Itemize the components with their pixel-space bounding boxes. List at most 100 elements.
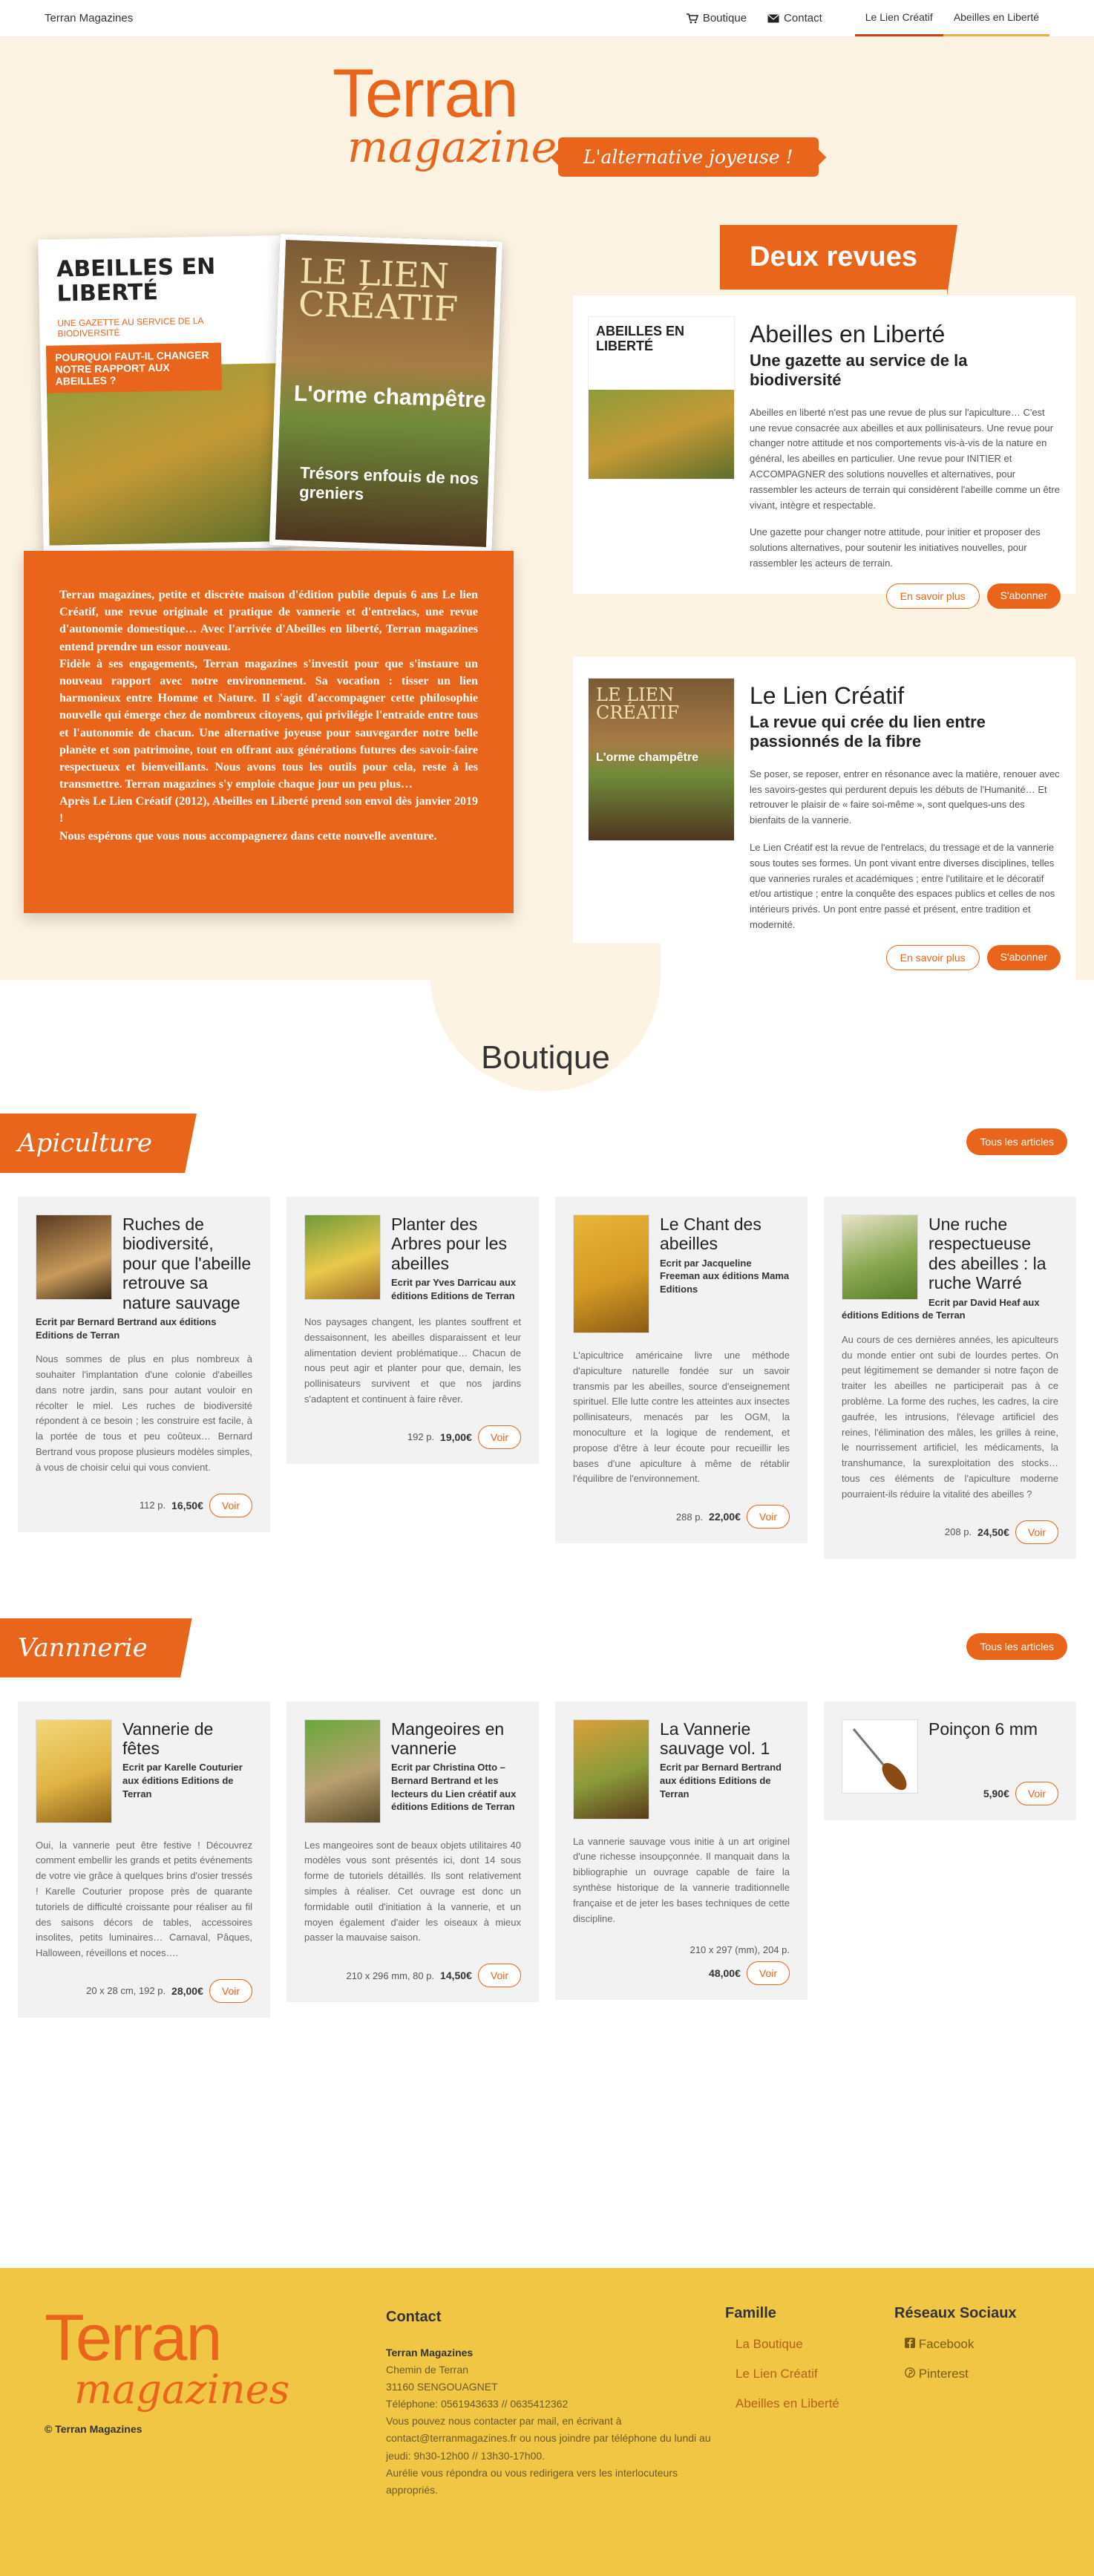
en-savoir-plus-button[interactable]: En savoir plus (885, 583, 980, 609)
revue-buttons: En savoir plus S'abonner (750, 944, 1061, 970)
footer-link-pinterest[interactable]: Pinterest (905, 2367, 1017, 2382)
product-footer: 208 p. 24,50€ Voir (842, 1520, 1058, 1544)
product-header: Planter des Arbres pour les abeilles Ecr… (304, 1215, 521, 1304)
site-footer: Terran magazines © Terran Magazines Cont… (0, 2268, 1094, 2576)
product-meta: 288 p. (675, 1511, 704, 1523)
view-product-button[interactable]: Voir (209, 1493, 252, 1517)
revue-title[interactable]: Le Lien Créatif (750, 682, 1061, 710)
product-card: Mangeoires en vannerie Ecrit par Christi… (286, 1701, 539, 2003)
product-grid-vannerie: Vannerie de fêtes Ecrit par Karelle Cout… (0, 1701, 1094, 2018)
magazine-covers: ABEILLES EN LIBERTÉ UNE GAZETTE AU SERVI… (38, 233, 508, 554)
product-image[interactable] (36, 1215, 112, 1300)
footer-link-lien-creatif[interactable]: Le Lien Créatif (736, 2367, 839, 2382)
cover-lien-creatif: LE LIEN CRÉATIF L'orme champêtre Trésors… (269, 233, 503, 554)
nav-boutique-label: Boutique (702, 12, 747, 24)
product-image[interactable] (304, 1719, 381, 1823)
revue-card-abeilles: ABEILLES EN LIBERTÉ Abeilles en Liberté … (573, 295, 1075, 609)
hero-logo[interactable]: Terran magazines (333, 56, 579, 215)
revue-body: Abeilles en Liberté Une gazette au servi… (750, 316, 1061, 609)
thumb-lien-headline: L'orme champêtre (596, 751, 699, 764)
footer-link-facebook[interactable]: Facebook (905, 2337, 1017, 2352)
category-label[interactable]: Vannnerie (0, 1618, 192, 1678)
boutique-title: Boutique (481, 1039, 610, 1076)
nav-contact[interactable]: Contact (767, 12, 822, 24)
revue-description: Une gazette pour changer notre attitude,… (750, 526, 1041, 569)
tagline-banner: L'alternative joyeuse ! (558, 137, 819, 177)
revue-thumbnail-lien[interactable]: LE LIEN CRÉATIF L'orme champêtre (588, 678, 735, 841)
footer-social-title: Réseaux Sociaux (894, 2305, 1017, 2321)
intro-paragraph: Fidèle à ses engagements, Terran magazin… (59, 657, 478, 791)
product-footer: 112 p. 16,50€ Voir (36, 1493, 252, 1517)
product-author: Ecrit par Bernard Bertrand aux éditions … (36, 1316, 217, 1341)
subscribe-button[interactable]: S'abonner (986, 583, 1061, 609)
view-product-button[interactable]: Voir (1015, 1520, 1058, 1544)
thumb-lien-title: LE LIEN CRÉATIF (596, 684, 680, 723)
magazine-tabs: Le Lien Créatif Abeilles en Liberté (854, 0, 1049, 36)
product-image[interactable] (573, 1215, 649, 1333)
product-footer: 288 p. 22,00€ Voir (573, 1505, 790, 1529)
contact-line: Chemin de Terran (386, 2364, 469, 2376)
cart-icon (686, 13, 698, 23)
all-articles-button[interactable]: Tous les articles (966, 1128, 1067, 1155)
product-description: La vannerie sauvage vous initie à un art… (573, 1835, 790, 1924)
intro-text-box: Terran magazines, petite et discrète mai… (24, 551, 514, 913)
footer-link-boutique[interactable]: La Boutique (736, 2337, 839, 2352)
contact-line: Aurélie vous répondra ou vous redirigera… (386, 2466, 678, 2496)
product-image[interactable] (573, 1719, 649, 1820)
product-image[interactable] (842, 1719, 918, 1794)
product-meta: 112 p. (139, 1500, 166, 1511)
footer-link-abeilles[interactable]: Abeilles en Liberté (736, 2396, 839, 2411)
view-product-button[interactable]: Voir (477, 1964, 521, 1988)
cover-lien-title: LE LIEN CRÉATIF (298, 250, 459, 329)
footer-contact-title: Contact (386, 2309, 442, 2325)
logo-word-terran: Terran (333, 56, 519, 131)
revue-thumbnail-abeilles[interactable]: ABEILLES EN LIBERTÉ (588, 316, 735, 480)
product-card: Planter des Arbres pour les abeilles Ecr… (286, 1197, 539, 1464)
product-image[interactable] (304, 1215, 381, 1300)
revue-title[interactable]: Abeilles en Liberté (750, 321, 1061, 348)
tab-abeilles-en-liberte[interactable]: Abeilles en Liberté (943, 0, 1049, 36)
top-bar: Terran Magazines Boutique Contact Le Lie… (0, 0, 1094, 37)
tab-lien-creatif[interactable]: Le Lien Créatif (854, 0, 943, 36)
product-header: Vannerie de fêtes Ecrit par Karelle Cout… (36, 1719, 252, 1828)
product-price: 14,50€ (440, 1969, 472, 1982)
all-articles-button[interactable]: Tous les articles (966, 1632, 1067, 1660)
envelope-icon (767, 14, 779, 22)
intro-paragraph: Nous espérons que vous nous accompagnere… (59, 829, 437, 843)
revue-subtitle: Une gazette au service de la biodiversit… (750, 351, 968, 390)
product-description: Nos paysages changent, les plantes souff… (304, 1316, 521, 1405)
product-header: La Vannerie sauvage vol. 1 Ecrit par Ber… (573, 1719, 790, 1824)
view-product-button[interactable]: Voir (1015, 1782, 1058, 1806)
en-savoir-plus-button[interactable]: En savoir plus (885, 944, 980, 970)
product-meta: 20 x 28 cm, 192 p. (86, 1985, 166, 1997)
product-image[interactable] (36, 1719, 112, 1823)
view-product-button[interactable]: Voir (477, 1425, 521, 1449)
category-label[interactable]: Apiculture (0, 1114, 197, 1173)
site-brand[interactable]: Terran Magazines (45, 12, 133, 24)
product-header: Le Chant des abeilles Ecrit par Jacqueli… (573, 1215, 790, 1338)
top-bar-right: Boutique Contact Le Lien Créatif Abeille… (686, 0, 1049, 36)
contact-line: 31160 SENGOUAGNET (386, 2381, 498, 2393)
view-product-button[interactable]: Voir (209, 1978, 252, 2003)
contact-line: Vous pouvez nous contacter par mail, en … (386, 2415, 711, 2462)
nav-boutique[interactable]: Boutique (686, 12, 747, 24)
product-price: 19,00€ (440, 1431, 472, 1443)
product-footer: 192 p. 19,00€ Voir (304, 1425, 521, 1449)
product-price: 24,50€ (977, 1526, 1009, 1538)
product-description: L'apicultrice américaine livre une métho… (573, 1350, 790, 1485)
subscribe-button[interactable]: S'abonner (986, 944, 1061, 970)
footer-contact: Contact Terran Magazines Chemin de Terra… (386, 2305, 713, 2499)
category-header-apiculture: Apiculture Tous les articles (0, 1114, 1094, 1180)
product-image[interactable] (842, 1215, 918, 1300)
product-card: Vannerie de fêtes Ecrit par Karelle Cout… (18, 1701, 270, 2018)
product-description: Les mangeoires sont de beaux objets util… (304, 1839, 521, 1944)
revue-buttons: En savoir plus S'abonner (750, 583, 1061, 609)
view-product-button[interactable]: Voir (746, 1961, 790, 1986)
logo-word-magazines: magazines (347, 122, 579, 172)
contact-name: Terran Magazines (386, 2347, 474, 2358)
view-product-button[interactable]: Voir (746, 1505, 790, 1529)
product-card: Une ruche respectueuse des abeilles : la… (824, 1197, 1076, 1559)
product-footer: 210 x 297 (mm), 204 p. 48,00€ Voir (573, 1944, 790, 1986)
product-price: 16,50€ (171, 1499, 203, 1511)
